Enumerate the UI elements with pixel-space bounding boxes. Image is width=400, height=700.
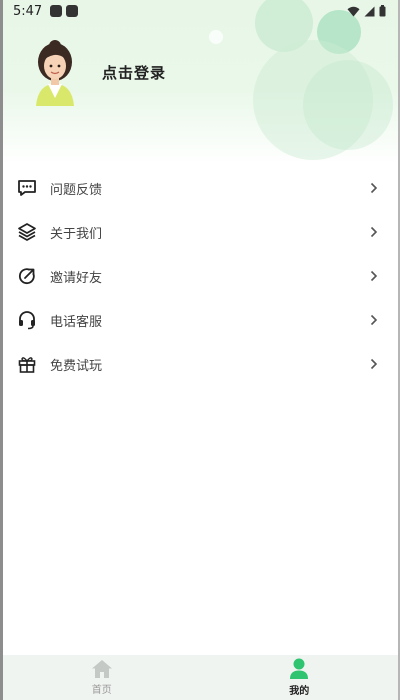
status-time: 5:47 bbox=[13, 3, 43, 19]
user-icon bbox=[290, 658, 309, 679]
menu-item-label: 邀请好友 bbox=[50, 270, 103, 286]
tab-home[interactable]: 首页 bbox=[3, 655, 201, 700]
menu-item-label: 关于我们 bbox=[50, 226, 103, 242]
layers-icon bbox=[16, 221, 38, 243]
chevron-right-icon bbox=[368, 270, 380, 282]
chevron-right-icon bbox=[368, 182, 380, 194]
menu-item-label: 电话客服 bbox=[50, 314, 103, 330]
headset-icon bbox=[16, 309, 38, 331]
chevron-right-icon bbox=[368, 314, 380, 326]
tab-mine[interactable]: 我的 bbox=[201, 655, 399, 700]
menu-item-phone-service[interactable]: 电话客服 bbox=[3, 298, 398, 342]
notification-icon bbox=[66, 5, 79, 17]
share-arrow-icon bbox=[16, 265, 38, 287]
chevron-right-icon bbox=[368, 358, 380, 370]
menu-list: 问题反馈 关于我们 邀请好友 电话客服 免费试玩 bbox=[3, 166, 398, 386]
tab-label: 我的 bbox=[289, 686, 310, 697]
battery-icon bbox=[379, 5, 386, 17]
signal-icon bbox=[364, 6, 375, 16]
menu-item-free-trial[interactable]: 免费试玩 bbox=[3, 342, 398, 386]
decor-bubble bbox=[303, 60, 393, 150]
menu-item-label: 问题反馈 bbox=[50, 182, 103, 198]
menu-item-about[interactable]: 关于我们 bbox=[3, 210, 398, 254]
wifi-icon bbox=[347, 6, 360, 16]
home-icon bbox=[91, 660, 112, 678]
chat-bubble-icon bbox=[16, 177, 38, 199]
decor-bubble bbox=[209, 30, 223, 44]
menu-item-invite[interactable]: 邀请好友 bbox=[3, 254, 398, 298]
tab-label: 首页 bbox=[91, 685, 112, 696]
profile-section[interactable]: 点击登录 bbox=[26, 38, 166, 106]
gift-icon bbox=[16, 353, 38, 375]
chevron-right-icon bbox=[368, 226, 380, 238]
login-label[interactable]: 点击登录 bbox=[102, 62, 166, 83]
status-bar: 5:47 bbox=[3, 0, 398, 22]
avatar[interactable] bbox=[26, 38, 84, 106]
bottom-tab-bar: 首页 我的 bbox=[3, 655, 398, 700]
menu-item-feedback[interactable]: 问题反馈 bbox=[3, 166, 398, 210]
notification-icon bbox=[50, 5, 63, 17]
menu-item-label: 免费试玩 bbox=[50, 358, 103, 374]
